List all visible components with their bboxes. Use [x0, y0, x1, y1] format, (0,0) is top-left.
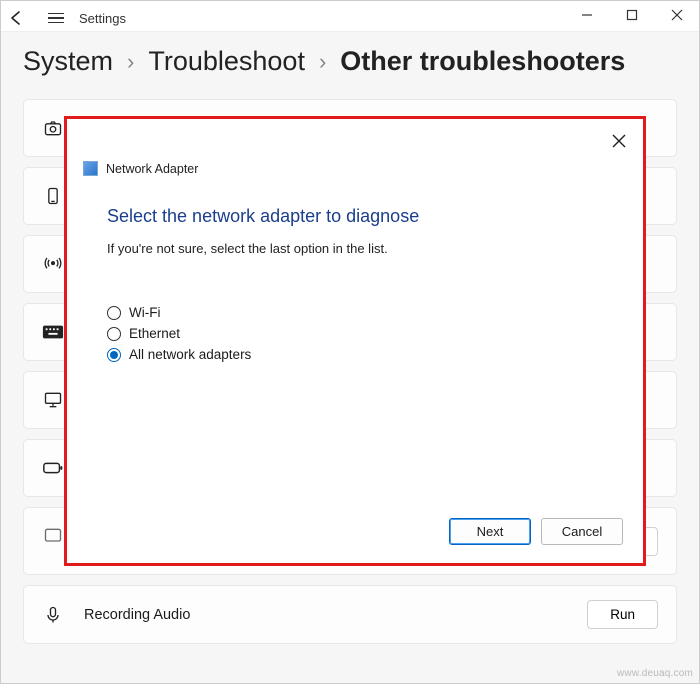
- crumb-system[interactable]: System: [23, 46, 113, 77]
- antenna-icon: [42, 254, 64, 274]
- dialog-subtext: If you're not sure, select the last opti…: [107, 241, 603, 256]
- app-title: Settings: [79, 11, 126, 26]
- radio-option-ethernet[interactable]: Ethernet: [107, 323, 603, 344]
- dialog-close-button[interactable]: [607, 129, 631, 153]
- back-button[interactable]: [7, 9, 33, 27]
- minimize-button[interactable]: [564, 1, 609, 29]
- keyboard-icon: [42, 324, 64, 340]
- troubleshooter-icon: [83, 161, 98, 176]
- item-title: Recording Audio: [84, 607, 567, 623]
- radio-label: Wi-Fi: [129, 305, 160, 320]
- monitor-icon: [42, 390, 64, 410]
- chevron-right-icon: ›: [127, 49, 134, 75]
- radio-icon: [107, 306, 121, 320]
- compat-icon: [42, 526, 64, 546]
- radio-label: All network adapters: [129, 347, 251, 362]
- troubleshooter-dialog: Network Adapter Select the network adapt…: [64, 116, 646, 566]
- crumb-current: Other troubleshooters: [340, 46, 625, 77]
- dialog-heading: Select the network adapter to diagnose: [107, 206, 603, 227]
- dialog-title: Network Adapter: [106, 162, 198, 176]
- run-button[interactable]: Run: [587, 600, 658, 629]
- dialog-title-bar: Network Adapter: [67, 119, 643, 176]
- menu-button[interactable]: [43, 13, 69, 24]
- next-button[interactable]: Next: [449, 518, 531, 545]
- breadcrumb: System › Troubleshoot › Other troublesho…: [1, 32, 699, 99]
- cancel-button[interactable]: Cancel: [541, 518, 623, 545]
- watermark: www.deuaq.com: [617, 668, 693, 679]
- battery-icon: [42, 461, 64, 475]
- microphone-icon: [42, 604, 64, 626]
- radio-option-all[interactable]: All network adapters: [107, 344, 603, 365]
- phone-icon: [42, 186, 64, 206]
- close-window-button[interactable]: [654, 1, 699, 29]
- radio-icon: [107, 327, 121, 341]
- crumb-troubleshoot[interactable]: Troubleshoot: [148, 46, 305, 77]
- maximize-button[interactable]: [609, 1, 654, 29]
- radio-icon: [107, 348, 121, 362]
- camera-icon: [42, 118, 64, 138]
- radio-option-wifi[interactable]: Wi-Fi: [107, 302, 603, 323]
- chevron-right-icon: ›: [319, 49, 326, 75]
- list-item-recording-audio[interactable]: Recording Audio Run: [23, 585, 677, 644]
- radio-label: Ethernet: [129, 326, 180, 341]
